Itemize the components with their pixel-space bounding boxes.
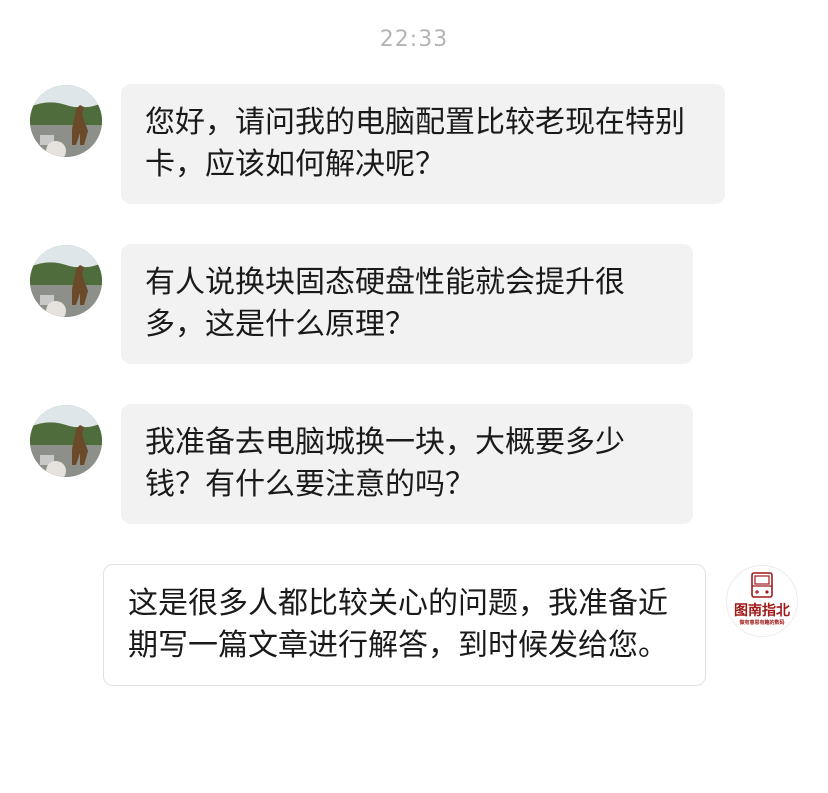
message-bubble[interactable]: 有人说换块固态硬盘性能就会提升很多，这是什么原理？ <box>121 244 693 364</box>
avatar-photo <box>30 245 102 317</box>
message-bubble[interactable]: 我准备去电脑城换一块，大概要多少钱？有什么要注意的吗？ <box>121 404 693 524</box>
logo-slogan: 做有意思有趣的数码 <box>739 620 785 626</box>
chat-screen: 22:33 您好，请问我的电脑配置比较老现在特别卡，应该如何解决呢？ 有人说换块… <box>0 0 828 793</box>
avatar-photo <box>30 405 102 477</box>
logo-name: 图南指北 <box>734 603 790 619</box>
user-avatar[interactable] <box>30 245 102 317</box>
message-timestamp: 22:33 <box>379 27 449 52</box>
user-avatar[interactable] <box>30 85 102 157</box>
avatar-photo <box>30 85 102 157</box>
reply-bubble[interactable]: 这是很多人都比较关心的问题，我准备近期写一篇文章进行解答，到时候发给您。 <box>103 564 706 686</box>
message-bubble[interactable]: 您好，请问我的电脑配置比较老现在特别卡，应该如何解决呢？ <box>121 84 725 204</box>
official-avatar[interactable]: 图南指北 做有意思有趣的数码 <box>726 565 798 637</box>
user-avatar[interactable] <box>30 405 102 477</box>
